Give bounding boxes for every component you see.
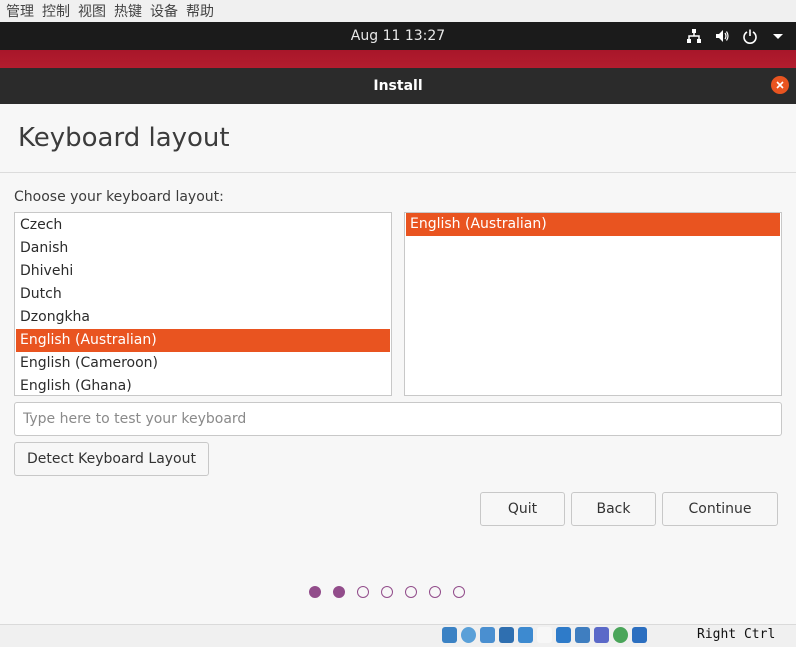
progress-dot <box>333 586 345 598</box>
list-item[interactable]: Dhivehi <box>16 260 390 283</box>
vbox-statusbar: Right Ctrl <box>0 624 796 647</box>
progress-dot <box>381 586 393 598</box>
vbox-menu-hotkeys[interactable]: 热键 <box>114 1 142 21</box>
progress-dot <box>429 586 441 598</box>
layout-prompt: Choose your keyboard layout: <box>14 189 224 205</box>
variant-item-selected[interactable]: English (Australian) <box>406 213 780 236</box>
progress-dot <box>405 586 417 598</box>
progress-dot <box>309 586 321 598</box>
list-item[interactable]: English (Cameroon) <box>16 352 390 375</box>
vbox-menubar: 管理 控制 视图 热键 设备 帮助 <box>0 0 796 22</box>
list-item-selected[interactable]: English (Australian) <box>16 329 390 352</box>
optical-drive-icon[interactable] <box>461 627 476 643</box>
vbox-menu-view[interactable]: 视图 <box>78 1 106 21</box>
power-icon[interactable] <box>742 28 758 44</box>
list-item[interactable]: Dzongkha <box>16 306 390 329</box>
close-button[interactable] <box>771 76 789 94</box>
video-capture-icon[interactable] <box>575 627 590 643</box>
mouse-integration-icon[interactable] <box>613 627 628 643</box>
detect-keyboard-layout-button[interactable]: Detect Keyboard Layout <box>14 442 209 476</box>
keyboard-variant-list[interactable]: English (Australian) <box>404 212 782 396</box>
shared-folder-icon <box>537 627 552 643</box>
list-item[interactable]: Czech <box>16 214 390 237</box>
hard-disk-icon[interactable] <box>442 627 457 643</box>
vbox-menu-devices[interactable]: 设备 <box>150 1 178 21</box>
vbox-menu-control[interactable]: 控制 <box>42 1 70 21</box>
dropdown-arrow-icon[interactable] <box>770 28 786 44</box>
list-item[interactable]: Danish <box>16 237 390 260</box>
step-progress-indicator <box>309 586 465 598</box>
list-item[interactable]: English (Ghana) <box>16 375 390 395</box>
header-divider <box>0 172 796 173</box>
page-title: Keyboard layout <box>18 123 230 153</box>
display-icon[interactable] <box>556 627 571 643</box>
back-button[interactable]: Back <box>571 492 656 526</box>
keyboard-test-input[interactable] <box>14 402 782 436</box>
network-icon[interactable] <box>686 28 702 44</box>
progress-dot <box>453 586 465 598</box>
volume-icon[interactable] <box>714 28 730 44</box>
clock[interactable]: Aug 11 13:27 <box>0 22 796 50</box>
window-titlebar[interactable]: Install <box>0 68 796 104</box>
installer-window: Install Keyboard layout Choose your keyb… <box>0 68 796 646</box>
audio-icon[interactable] <box>480 627 495 643</box>
vbox-menu-manage[interactable]: 管理 <box>6 1 34 21</box>
window-title: Install <box>373 78 423 94</box>
usb-icon[interactable] <box>518 627 533 643</box>
host-key-arrow-icon <box>632 627 647 643</box>
progress-dot <box>357 586 369 598</box>
system-tray[interactable] <box>686 28 786 44</box>
vbox-menu-help[interactable]: 帮助 <box>186 1 214 21</box>
vbox-device-icons <box>442 627 647 643</box>
host-key-label: Right Ctrl <box>697 627 776 642</box>
desktop-wallpaper <box>0 50 796 68</box>
quit-button[interactable]: Quit <box>480 492 565 526</box>
list-item[interactable]: Dutch <box>16 283 390 306</box>
continue-button[interactable]: Continue <box>662 492 778 526</box>
close-icon <box>776 81 784 89</box>
network-adapter-icon[interactable] <box>499 627 514 643</box>
ubuntu-top-bar: Aug 11 13:27 <box>0 22 796 50</box>
keyboard-layout-list[interactable]: Czech Danish Dhivehi Dutch Dzongkha Engl… <box>14 212 392 396</box>
vt-x-icon <box>594 627 609 643</box>
